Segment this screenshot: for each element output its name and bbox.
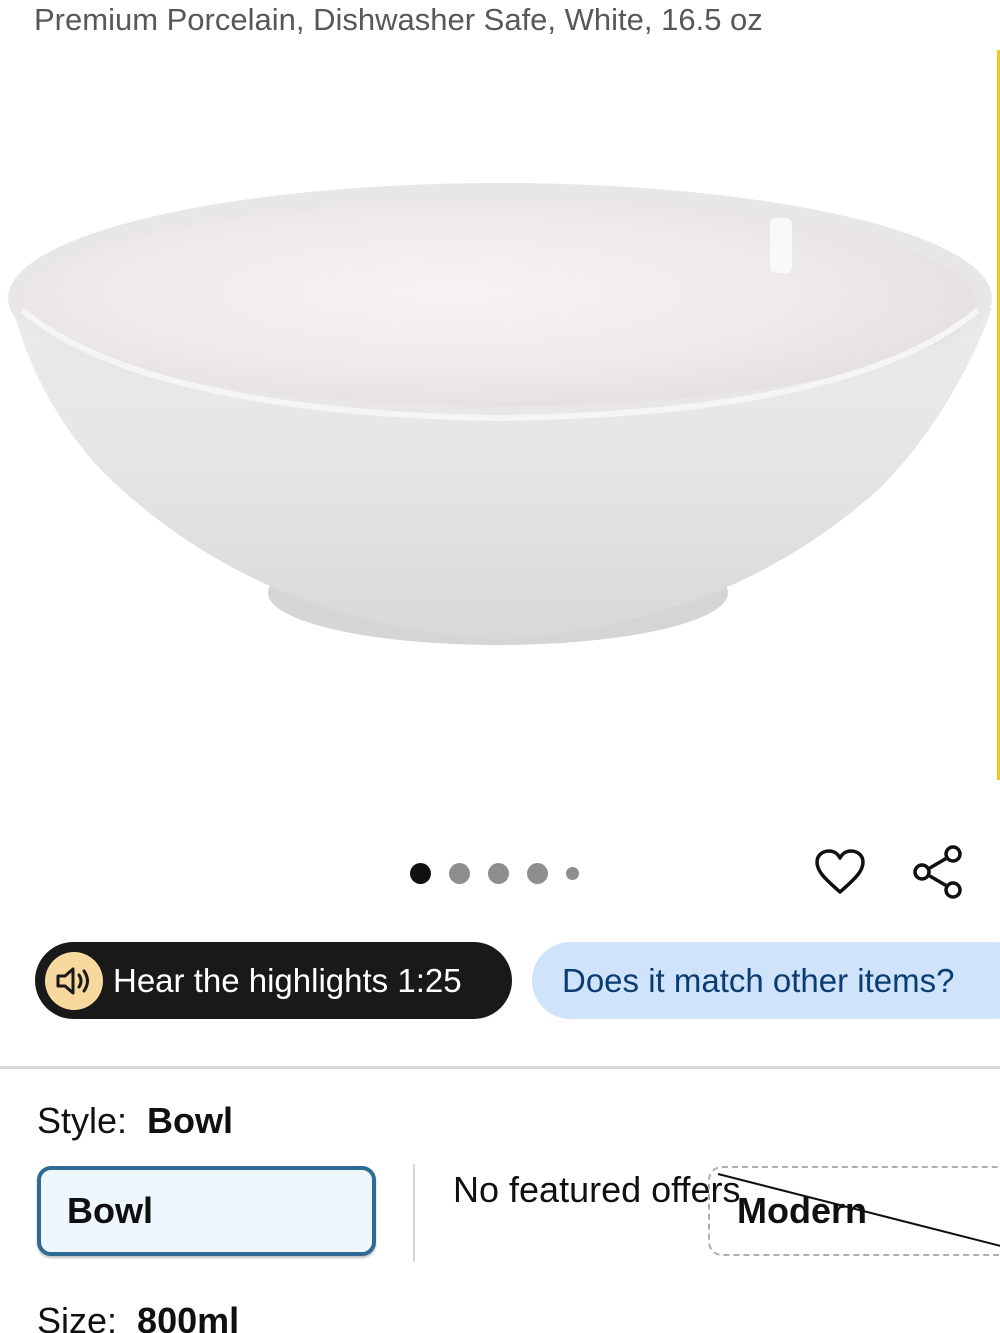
hear-highlights-button[interactable]: Hear the highlights 1:25 <box>35 942 512 1019</box>
bowl-image <box>8 183 992 645</box>
hear-highlights-label: Hear the highlights 1:25 <box>113 961 462 999</box>
product-subtitle: Premium Porcelain, Dishwasher Safe, Whit… <box>34 2 763 37</box>
match-items-label: Does it match other items? <box>562 961 955 999</box>
section-divider <box>0 1066 1000 1069</box>
heart-icon <box>815 849 865 894</box>
style-option-label: Bowl <box>67 1190 153 1231</box>
match-items-button[interactable]: Does it match other items? <box>532 942 1000 1019</box>
style-option-unavailable[interactable]: Modern <box>708 1166 1000 1256</box>
product-image[interactable] <box>0 48 1000 788</box>
style-heading: Style: Bowl <box>37 1100 233 1142</box>
speaker-icon <box>45 951 103 1010</box>
pager-dot[interactable] <box>449 862 470 884</box>
pager-dot[interactable] <box>488 862 509 884</box>
wishlist-button[interactable] <box>812 844 868 900</box>
share-button[interactable] <box>910 844 966 900</box>
style-label: Style: <box>37 1100 128 1141</box>
pager-dot[interactable] <box>566 866 579 880</box>
image-pager[interactable] <box>410 860 579 886</box>
option-separator <box>413 1164 415 1262</box>
size-heading: Size: 800ml <box>37 1300 239 1333</box>
no-featured-offers: No featured offers <box>453 1169 741 1210</box>
share-icon <box>913 845 962 899</box>
pager-dot[interactable] <box>527 862 548 884</box>
style-option-label: Modern <box>737 1190 867 1231</box>
size-value: 800ml <box>137 1300 240 1333</box>
style-option-selected[interactable]: Bowl <box>37 1166 376 1256</box>
style-value: Bowl <box>147 1100 234 1141</box>
size-label: Size: <box>37 1300 118 1333</box>
pager-dot[interactable] <box>410 862 431 884</box>
